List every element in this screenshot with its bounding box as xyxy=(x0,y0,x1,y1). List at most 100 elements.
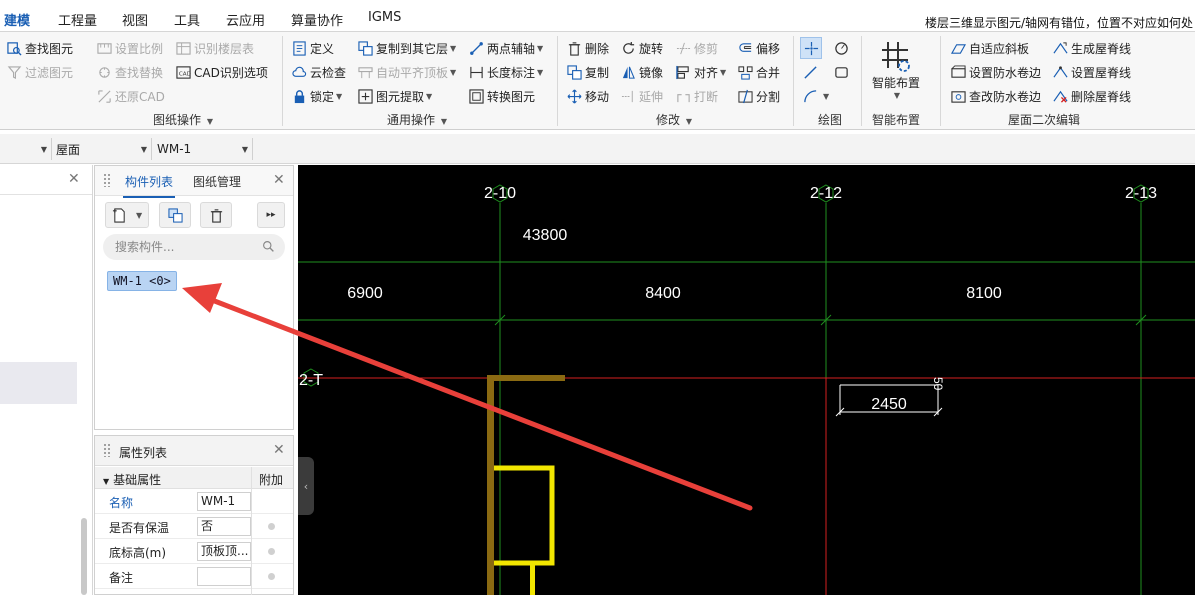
chevron-down-icon: ▼ xyxy=(140,144,147,154)
find-element-button[interactable]: 查找图元 xyxy=(7,38,73,58)
delete-component-button[interactable] xyxy=(200,202,232,228)
trim-icon xyxy=(676,41,691,56)
search-icon[interactable] xyxy=(262,240,275,256)
property-label: 名称 xyxy=(109,496,134,510)
component-selector[interactable]: WM-1 ▼ xyxy=(157,138,253,160)
menu-collab[interactable]: 算量协作 xyxy=(291,10,343,29)
smart-layout-button[interactable]: 智能布置 ▼ xyxy=(868,38,924,100)
align-label: 对齐 xyxy=(694,65,719,80)
delete-button[interactable]: 删除 xyxy=(567,38,609,58)
identify-floor-table-button[interactable]: 识别楼层表 xyxy=(176,38,254,58)
copy-component-button[interactable] xyxy=(159,202,191,228)
property-group-basic[interactable]: ▼ 基础属性 附加 xyxy=(95,467,293,489)
close-icon[interactable]: ✕ xyxy=(273,172,285,188)
new-component-button[interactable]: ▼ xyxy=(105,202,149,228)
extra-attribute-checkbox[interactable] xyxy=(268,523,275,530)
drawing-canvas[interactable]: 2-10 2-12 2-13 2-T 43800 6900 8400 8100 … xyxy=(298,165,1195,595)
copy-to-other-floor-button[interactable]: 复制到其它层 ▼ xyxy=(358,38,456,58)
yellow-element-post[interactable] xyxy=(530,563,535,595)
convert-element-button[interactable]: 转换图元 xyxy=(469,86,535,106)
menu-quantity[interactable]: 工程量 xyxy=(58,10,97,29)
generate-ridge-line-button[interactable]: 生成屋脊线 xyxy=(1053,38,1131,58)
set-scale-button[interactable]: 设置比例 xyxy=(97,38,163,58)
copy-button[interactable]: 复制 xyxy=(567,62,609,82)
property-value-field[interactable]: 否 xyxy=(197,517,251,536)
cad-options-button[interactable]: CAD CAD识别选项 xyxy=(176,62,268,82)
draw-circle-button[interactable] xyxy=(834,38,852,58)
break-button[interactable]: 打断 xyxy=(676,86,718,106)
roof-edge-element-horizontal[interactable] xyxy=(487,375,565,381)
restore-cad-button[interactable]: 还原CAD xyxy=(97,86,165,106)
group-label-drawing-ops[interactable]: 图纸操作 ▼ xyxy=(153,111,213,128)
filter-icon xyxy=(7,65,22,80)
offset-label: 偏移 xyxy=(756,41,781,56)
close-icon[interactable]: ✕ xyxy=(273,442,285,458)
cloud-check-button[interactable]: 云检查 xyxy=(292,62,346,82)
component-search-box[interactable] xyxy=(103,234,285,260)
chevron-down-icon: ▼ xyxy=(450,43,457,53)
menu-jianmo[interactable]: 建模 xyxy=(4,10,31,35)
property-column-divider xyxy=(251,467,252,595)
rotate-button[interactable]: 旋转 xyxy=(621,38,663,58)
adaptive-slope-slab-button[interactable]: 自适应斜板 xyxy=(951,38,1029,58)
extract-element-button[interactable]: 图元提取 ▼ xyxy=(358,86,432,106)
group-label-common-ops[interactable]: 通用操作 ▼ xyxy=(387,111,447,128)
align-button[interactable]: 对齐 ▼ xyxy=(676,62,726,82)
delete-ridge-line-button[interactable]: 删除屋脊线 xyxy=(1053,86,1131,106)
drag-handle-icon[interactable] xyxy=(103,173,111,187)
more-options-button[interactable]: ▸▸ xyxy=(257,202,285,228)
property-value-field[interactable]: WM-1 xyxy=(197,492,251,511)
flatten-slab-icon xyxy=(358,65,373,80)
collapse-panel-handle[interactable]: ‹ xyxy=(298,457,314,515)
draw-rect-button[interactable] xyxy=(834,62,852,82)
selector-row: ▼ 屋面 ▼ WM-1 ▼ xyxy=(0,134,1195,164)
set-waterproof-roll-edge-button[interactable]: 设置防水卷边 xyxy=(951,62,1041,82)
two-point-aux-axis-button[interactable]: 两点辅轴 ▼ xyxy=(469,38,543,58)
merge-button[interactable]: 合并 xyxy=(738,62,780,82)
offset-button[interactable]: 偏移 xyxy=(738,38,780,58)
roof-edge-element-vertical[interactable] xyxy=(487,375,494,595)
extend-button[interactable]: 延伸 xyxy=(621,86,663,106)
set-ridge-line-button[interactable]: 设置屋脊线 xyxy=(1053,62,1131,82)
menu-tools[interactable]: 工具 xyxy=(174,10,200,29)
dimension-overall: 43800 xyxy=(523,227,568,244)
check-waterproof-roll-edge-button[interactable]: 查改防水卷边 xyxy=(951,86,1041,106)
nav-scrollbar[interactable] xyxy=(81,518,87,595)
length-dimension-button[interactable]: 长度标注 ▼ xyxy=(469,62,543,82)
filter-element-button[interactable]: 过滤图元 xyxy=(7,62,73,82)
move-button[interactable]: 移动 xyxy=(567,86,609,106)
menu-igms[interactable]: IGMS xyxy=(368,10,401,25)
extra-attribute-checkbox[interactable] xyxy=(268,573,275,580)
group-separator xyxy=(793,36,794,126)
trim-button[interactable]: 修剪 xyxy=(676,38,718,58)
tab-drawing-management[interactable]: 图纸管理 xyxy=(193,173,241,190)
mirror-button[interactable]: 镜像 xyxy=(621,62,663,82)
split-button[interactable]: 分割 xyxy=(738,86,780,106)
find-replace-button[interactable]: 查找替换 xyxy=(97,62,163,82)
menu-cloud[interactable]: 云应用 xyxy=(226,10,265,29)
close-icon[interactable]: ✕ xyxy=(68,171,80,187)
drag-handle-icon[interactable] xyxy=(103,443,111,457)
group-modify-text: 修改 xyxy=(656,113,681,127)
group-label-roof-edit: 屋面二次编辑 xyxy=(1008,113,1081,127)
tab-component-list[interactable]: 构件列表 xyxy=(122,173,176,198)
extra-attribute-checkbox[interactable] xyxy=(268,548,275,555)
draw-line-button[interactable] xyxy=(803,62,821,82)
define-button[interactable]: 定义 xyxy=(292,38,334,58)
auto-flatten-slab-button[interactable]: 自动平齐顶板 ▼ xyxy=(358,62,456,82)
align-icon xyxy=(676,65,691,80)
help-notice[interactable]: 楼层三维显示图元/轴网有错位，位置不对应如何处 xyxy=(925,14,1193,31)
group-label-modify[interactable]: 修改 ▼ xyxy=(656,111,692,128)
component-list-item[interactable]: WM-1 <0> xyxy=(107,271,177,291)
menu-view[interactable]: 视图 xyxy=(122,10,148,29)
nav-selected-item[interactable] xyxy=(0,362,77,404)
property-value-field[interactable] xyxy=(197,567,251,586)
draw-point-button[interactable] xyxy=(800,37,822,59)
yellow-element-frame[interactable] xyxy=(494,465,555,566)
lock-button[interactable]: 锁定 ▼ xyxy=(292,86,342,106)
property-value-field[interactable]: 顶板顶... xyxy=(197,542,251,561)
category-selector[interactable]: 屋面 ▼ xyxy=(56,138,152,160)
floor-selector[interactable]: ▼ xyxy=(0,138,52,160)
draw-arc-button[interactable]: ▼ xyxy=(803,86,829,106)
component-search-input[interactable] xyxy=(115,240,255,254)
